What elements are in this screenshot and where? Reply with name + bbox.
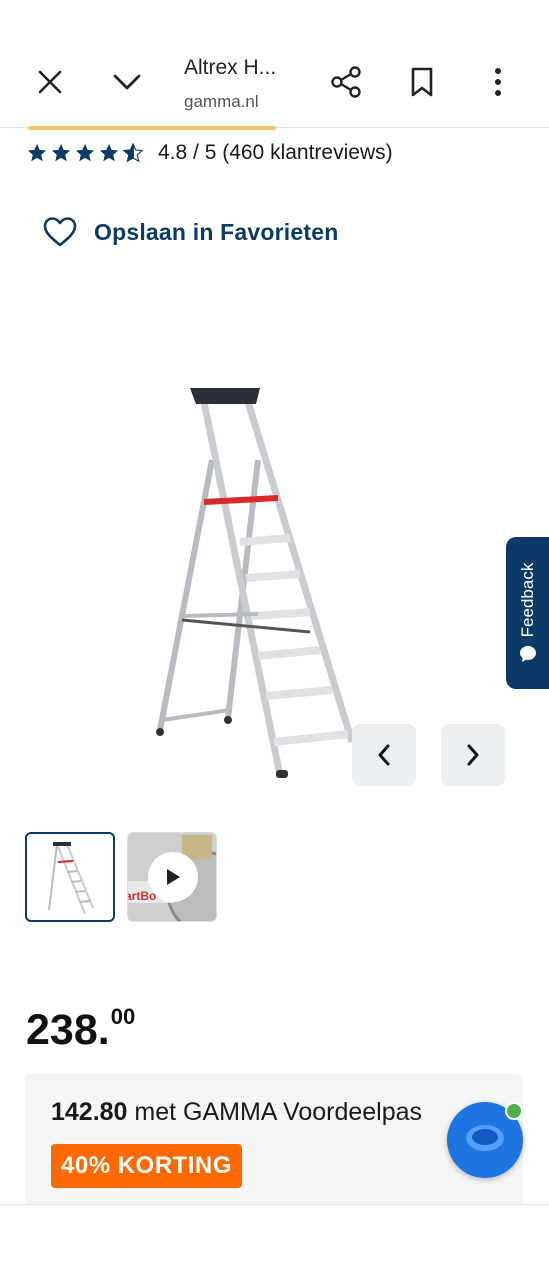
play-icon: [148, 852, 198, 902]
next-image-button[interactable]: [441, 724, 505, 786]
online-status-dot: [505, 1102, 523, 1120]
promo-label: met GAMMA Voordeelpas: [127, 1098, 423, 1126]
heart-icon: [43, 217, 77, 247]
product-image-ladder[interactable]: [140, 380, 370, 790]
discount-badge: 40% KORTING: [51, 1144, 242, 1188]
price-main: 238.: [26, 1006, 110, 1054]
page-url: gamma.nl: [184, 92, 259, 111]
star-icon: [99, 143, 119, 162]
chat-icon: [466, 1125, 504, 1151]
chevron-down-icon[interactable]: [103, 58, 151, 106]
half-star-icon: [122, 142, 144, 163]
feedback-tab[interactable]: Feedback: [506, 537, 549, 689]
thumbnail-image[interactable]: [25, 832, 115, 922]
rating-text: 4.8 / 5 (460 klantreviews): [158, 141, 393, 164]
promo-text: 142.80 met GAMMA Voordeelpas: [51, 1098, 422, 1127]
page-load-progress: [28, 126, 276, 130]
product-rating[interactable]: 4.8 / 5 (460 klantreviews): [26, 138, 393, 168]
more-vert-icon[interactable]: [474, 58, 522, 106]
thumbnail-video[interactable]: artBo: [127, 832, 217, 922]
price-cents: 00: [110, 1004, 136, 1029]
rating-stars: [26, 142, 144, 164]
chat-bubble-icon: [519, 646, 536, 663]
star-icon: [27, 143, 47, 162]
browser-top-bar: Altrex H... gamma.nl: [0, 0, 549, 128]
save-to-favorites-button[interactable]: Opslaan in Favorieten: [42, 216, 339, 248]
bookmark-icon[interactable]: [398, 58, 446, 106]
star-icon: [51, 143, 71, 162]
feedback-label: Feedback: [517, 562, 537, 638]
star-icon: [75, 143, 95, 162]
product-price: 238.00: [26, 1004, 135, 1055]
chevron-left-icon: [378, 744, 390, 766]
promo-amount: 142.80: [51, 1098, 128, 1126]
page-title: Altrex H...: [184, 56, 277, 79]
previous-image-button[interactable]: [352, 724, 416, 786]
chevron-right-icon: [467, 744, 479, 766]
close-icon[interactable]: [26, 58, 74, 106]
bottom-bar: [0, 1204, 549, 1280]
share-icon[interactable]: [322, 58, 370, 106]
favorites-label: Opslaan in Favorieten: [94, 218, 339, 245]
